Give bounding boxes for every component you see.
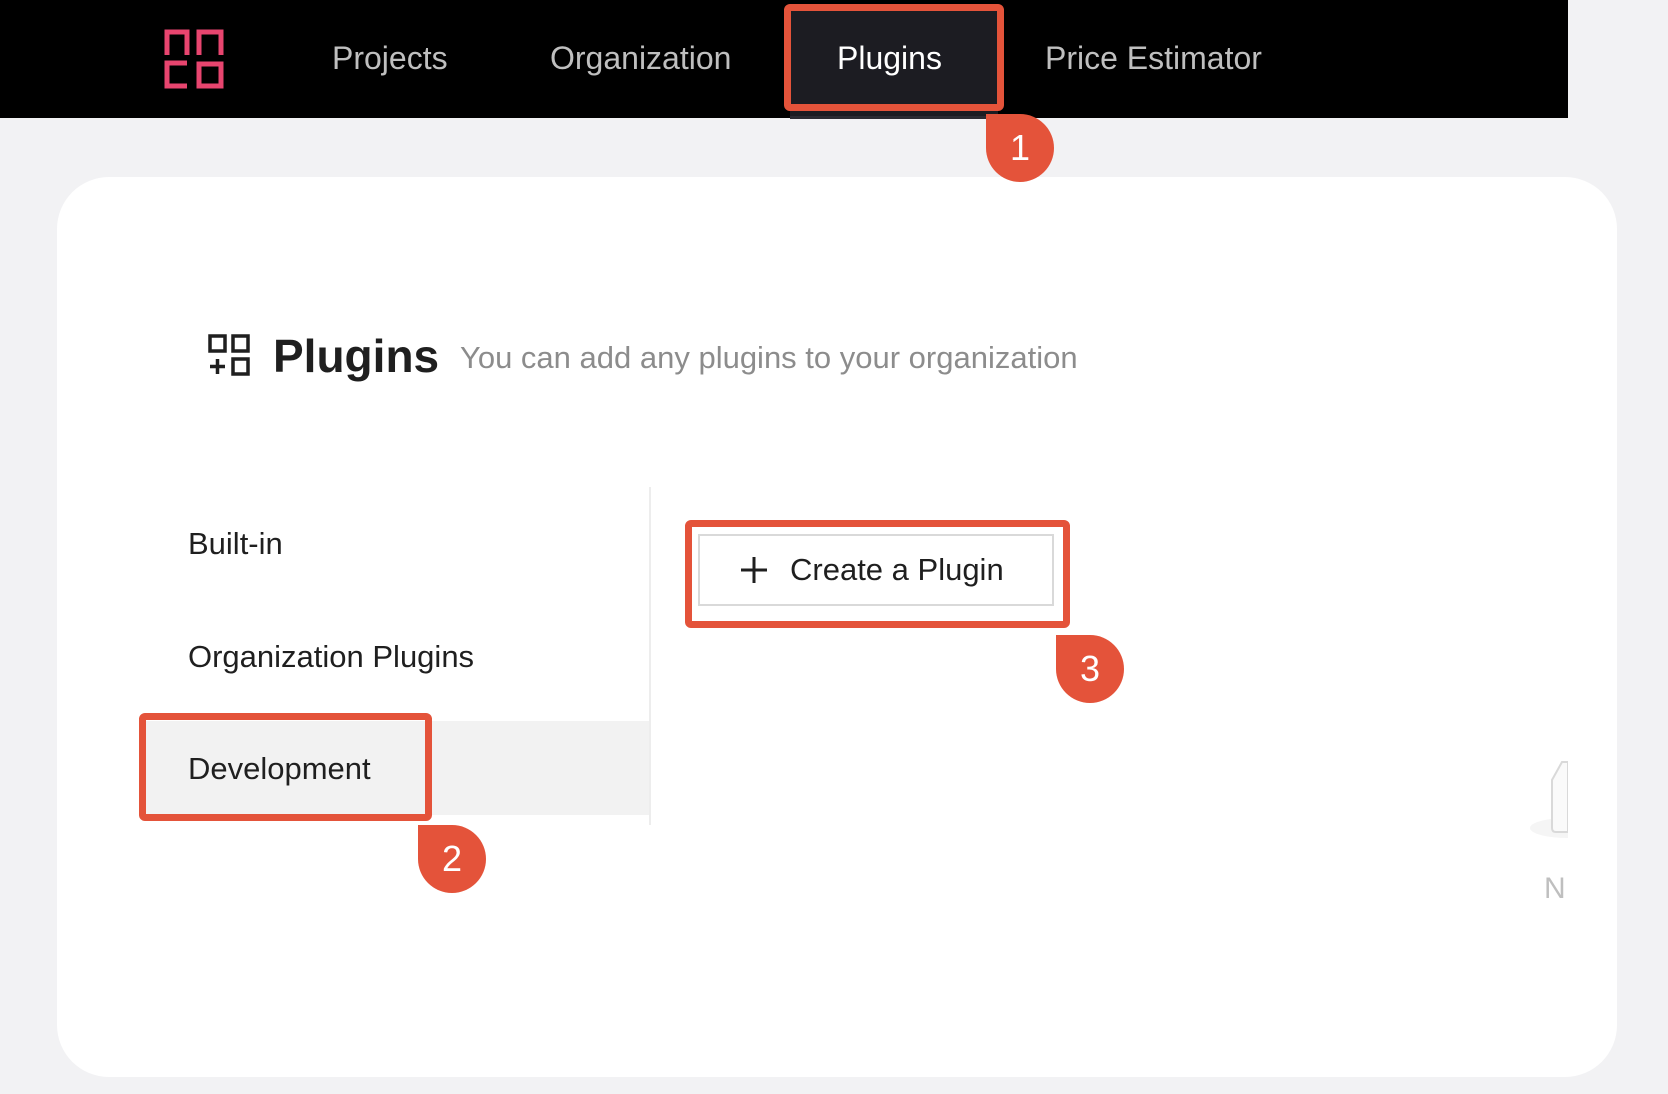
annotation-badge-2: 2	[418, 825, 486, 893]
empty-state-text: N	[1544, 872, 1566, 905]
empty-state-illustration-icon	[1530, 761, 1568, 838]
sidebar-divider	[649, 487, 651, 825]
sidebar-item-organization-plugins[interactable]: Organization Plugins	[188, 635, 474, 679]
plugins-icon	[208, 334, 250, 376]
annotation-badge-1: 1	[986, 114, 1054, 182]
sidebar-item-built-in[interactable]: Built-in	[188, 522, 283, 566]
nav-price-estimator[interactable]: Price Estimator	[1045, 36, 1262, 80]
nav-projects[interactable]: Projects	[332, 36, 448, 80]
annotation-box-plugins	[784, 4, 1004, 111]
annotation-badge-3: 3	[1056, 635, 1124, 703]
page-subtitle: You can add any plugins to your organiza…	[460, 340, 1078, 375]
annotation-box-development	[139, 713, 432, 821]
app-logo-icon[interactable]	[164, 29, 224, 89]
nav-organization[interactable]: Organization	[550, 36, 731, 80]
annotation-box-create-plugin	[685, 520, 1070, 628]
page-title: Plugins	[273, 330, 440, 382]
